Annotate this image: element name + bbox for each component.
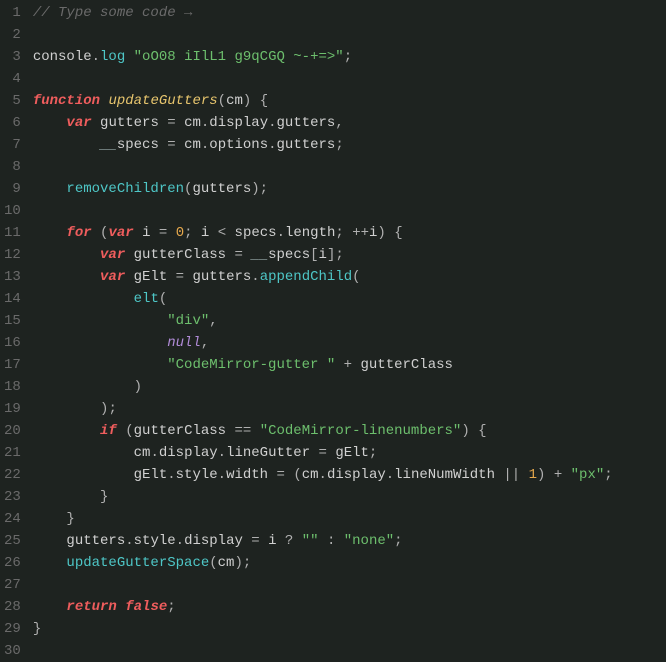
line-number: 23 bbox=[4, 486, 21, 508]
code-editor[interactable]: 1234567891011121314151617181920212223242… bbox=[0, 0, 666, 661]
code-area[interactable]: // Type some code → console.log "oO08 iIl… bbox=[29, 0, 666, 661]
code-line[interactable]: ); bbox=[33, 398, 666, 420]
line-number: 9 bbox=[4, 178, 21, 200]
line-number: 20 bbox=[4, 420, 21, 442]
code-line[interactable]: } bbox=[33, 486, 666, 508]
code-line[interactable]: cm.display.lineGutter = gElt; bbox=[33, 442, 666, 464]
line-number: 24 bbox=[4, 508, 21, 530]
line-number: 17 bbox=[4, 354, 21, 376]
code-line[interactable]: console.log "oO08 iIlL1 g9qCGQ ~-+=>"; bbox=[33, 46, 666, 68]
line-number: 14 bbox=[4, 288, 21, 310]
code-line[interactable]: return false; bbox=[33, 596, 666, 618]
line-number: 7 bbox=[4, 134, 21, 156]
line-number: 30 bbox=[4, 640, 21, 662]
code-line[interactable] bbox=[33, 24, 666, 46]
code-line[interactable]: null, bbox=[33, 332, 666, 354]
code-line[interactable]: "div", bbox=[33, 310, 666, 332]
line-number: 16 bbox=[4, 332, 21, 354]
code-line[interactable] bbox=[33, 640, 666, 662]
code-line[interactable]: if (gutterClass == "CodeMirror-linenumbe… bbox=[33, 420, 666, 442]
code-line[interactable] bbox=[33, 200, 666, 222]
line-number: 10 bbox=[4, 200, 21, 222]
code-line[interactable] bbox=[33, 68, 666, 90]
code-line[interactable]: "CodeMirror-gutter " + gutterClass bbox=[33, 354, 666, 376]
line-number: 12 bbox=[4, 244, 21, 266]
line-number: 8 bbox=[4, 156, 21, 178]
code-line[interactable]: for (var i = 0; i < specs.length; ++i) { bbox=[33, 222, 666, 244]
line-number: 26 bbox=[4, 552, 21, 574]
code-line[interactable]: var gutters = cm.display.gutters, bbox=[33, 112, 666, 134]
code-line[interactable]: } bbox=[33, 618, 666, 640]
line-number: 25 bbox=[4, 530, 21, 552]
line-number: 3 bbox=[4, 46, 21, 68]
code-line[interactable]: elt( bbox=[33, 288, 666, 310]
code-line[interactable]: ) bbox=[33, 376, 666, 398]
line-number: 6 bbox=[4, 112, 21, 134]
line-number: 28 bbox=[4, 596, 21, 618]
code-line[interactable]: var gElt = gutters.appendChild( bbox=[33, 266, 666, 288]
line-number: 4 bbox=[4, 68, 21, 90]
code-line[interactable]: __specs = cm.options.gutters; bbox=[33, 134, 666, 156]
line-number: 21 bbox=[4, 442, 21, 464]
line-number: 29 bbox=[4, 618, 21, 640]
line-number: 1 bbox=[4, 2, 21, 24]
line-number-gutter: 1234567891011121314151617181920212223242… bbox=[0, 0, 29, 661]
line-number: 19 bbox=[4, 398, 21, 420]
line-number: 15 bbox=[4, 310, 21, 332]
code-line[interactable] bbox=[33, 156, 666, 178]
code-line[interactable]: } bbox=[33, 508, 666, 530]
line-number: 22 bbox=[4, 464, 21, 486]
line-number: 13 bbox=[4, 266, 21, 288]
code-line[interactable]: gutters.style.display = i ? "" : "none"; bbox=[33, 530, 666, 552]
line-number: 27 bbox=[4, 574, 21, 596]
line-number: 5 bbox=[4, 90, 21, 112]
line-number: 18 bbox=[4, 376, 21, 398]
code-line[interactable]: var gutterClass = __specs[i]; bbox=[33, 244, 666, 266]
line-number: 11 bbox=[4, 222, 21, 244]
code-line[interactable]: removeChildren(gutters); bbox=[33, 178, 666, 200]
code-line[interactable]: // Type some code → bbox=[33, 2, 666, 24]
line-number: 2 bbox=[4, 24, 21, 46]
code-line[interactable] bbox=[33, 574, 666, 596]
code-line[interactable]: function updateGutters(cm) { bbox=[33, 90, 666, 112]
code-line[interactable]: updateGutterSpace(cm); bbox=[33, 552, 666, 574]
code-line[interactable]: gElt.style.width = (cm.display.lineNumWi… bbox=[33, 464, 666, 486]
